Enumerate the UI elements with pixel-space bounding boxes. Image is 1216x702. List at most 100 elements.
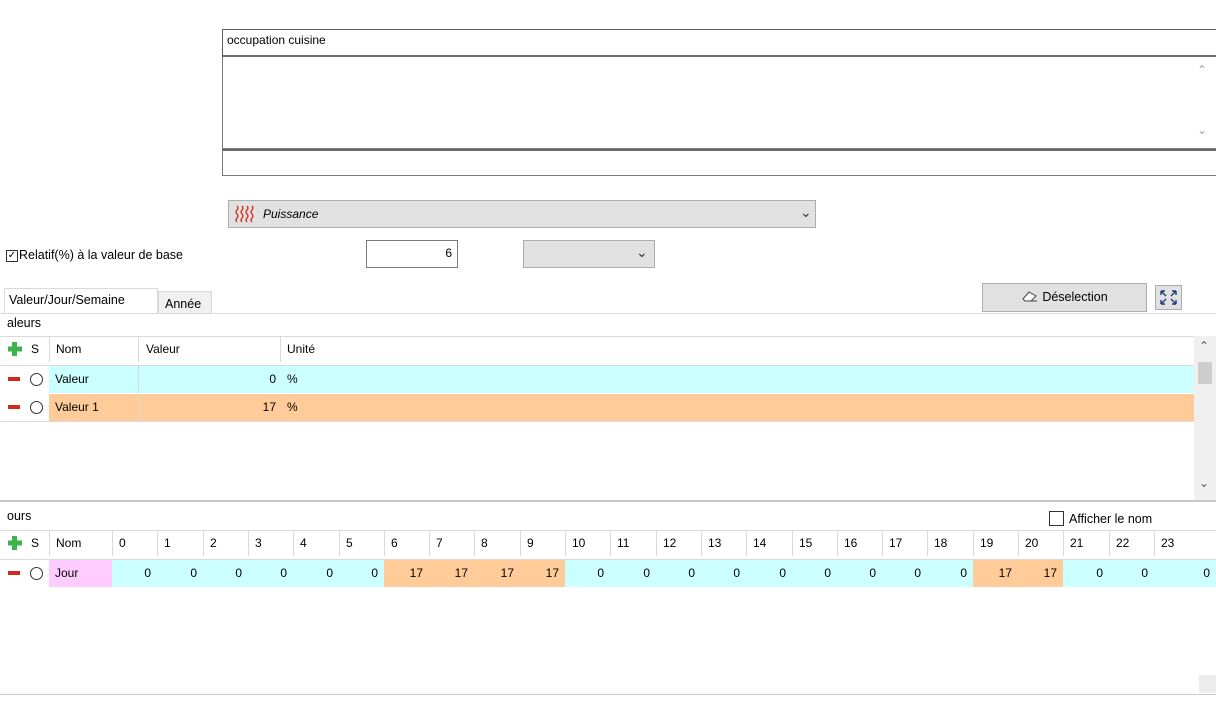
col-header-hour[interactable]: 19 bbox=[980, 530, 993, 556]
description-textarea[interactable]: ⌃ ⌄ bbox=[222, 57, 1216, 149]
col-header-hour[interactable]: 13 bbox=[708, 530, 721, 556]
col-header-hour[interactable]: 4 bbox=[300, 530, 307, 556]
relatif-label: Relatif(%) à la valeur de base bbox=[19, 248, 183, 262]
tab-label: Valeur/Jour/Semaine bbox=[9, 293, 125, 307]
hour-cell[interactable]: 17 bbox=[474, 560, 520, 587]
col-header-hour[interactable]: 1 bbox=[164, 530, 171, 556]
row-valeur[interactable]: 0 bbox=[140, 366, 276, 392]
hour-cell[interactable]: 0 bbox=[837, 560, 882, 587]
scrollbar-thumb[interactable] bbox=[1198, 362, 1212, 384]
hour-cell[interactable]: 0 bbox=[248, 560, 293, 587]
select-radio[interactable] bbox=[30, 567, 43, 580]
hour-cell[interactable]: 0 bbox=[565, 560, 610, 587]
scroll-down-icon[interactable]: ⌄ bbox=[1197, 123, 1207, 137]
hour-cell[interactable]: 17 bbox=[973, 560, 1018, 587]
remove-row-icon[interactable] bbox=[8, 405, 20, 409]
row-valeur[interactable]: 17 bbox=[140, 394, 276, 420]
hour-cell[interactable]: 0 bbox=[746, 560, 792, 587]
remove-row-icon[interactable] bbox=[8, 377, 20, 381]
col-header-hour[interactable]: 11 bbox=[617, 530, 629, 556]
hour-cell[interactable]: 0 bbox=[1063, 560, 1109, 587]
hour-cell[interactable]: 0 bbox=[1154, 560, 1216, 587]
col-header-hour[interactable]: 16 bbox=[844, 530, 857, 556]
expand-button[interactable] bbox=[1155, 285, 1182, 310]
col-header-hour[interactable]: 8 bbox=[481, 530, 488, 556]
select-radio[interactable] bbox=[30, 373, 43, 386]
name-input[interactable]: occupation cuisine bbox=[222, 29, 1216, 57]
col-header-hour[interactable]: 6 bbox=[391, 530, 398, 556]
grid-line bbox=[49, 336, 50, 362]
scroll-up-icon[interactable]: ⌃ bbox=[1199, 339, 1209, 353]
col-header-valeur[interactable]: Valeur bbox=[146, 336, 180, 362]
hour-cell[interactable]: 17 bbox=[1018, 560, 1063, 587]
row-unite[interactable]: % bbox=[287, 394, 298, 420]
deselect-button[interactable]: Déselection bbox=[982, 283, 1147, 312]
tab-valeur-jour-semaine[interactable]: Valeur/Jour/Semaine bbox=[4, 288, 158, 314]
col-header-hour[interactable]: 9 bbox=[527, 530, 534, 556]
hour-cell[interactable]: 17 bbox=[520, 560, 565, 587]
secondary-input[interactable] bbox=[222, 149, 1216, 176]
col-header-hour[interactable]: 3 bbox=[255, 530, 262, 556]
col-header-nom[interactable]: Nom bbox=[56, 530, 81, 556]
col-header-hour[interactable]: 0 bbox=[119, 530, 126, 556]
hour-cell[interactable]: 0 bbox=[882, 560, 927, 587]
hour-value: 0 bbox=[235, 566, 242, 580]
hour-value: 17 bbox=[454, 566, 468, 580]
hour-cell[interactable]: 0 bbox=[1109, 560, 1154, 587]
hour-value: 0 bbox=[779, 566, 786, 580]
hour-cell[interactable]: 0 bbox=[927, 560, 973, 587]
tab-annee[interactable]: Année bbox=[158, 291, 212, 314]
add-row-icon[interactable] bbox=[8, 341, 22, 357]
col-header-hour[interactable]: 7 bbox=[436, 530, 443, 556]
col-header-hour[interactable]: 23 bbox=[1161, 530, 1174, 556]
hour-cell[interactable]: 0 bbox=[203, 560, 248, 587]
col-header-hour[interactable]: 18 bbox=[934, 530, 947, 556]
hour-cell[interactable]: 17 bbox=[429, 560, 474, 587]
hour-cell[interactable]: 17 bbox=[384, 560, 429, 587]
col-header-nom[interactable]: Nom bbox=[56, 336, 81, 362]
grid-line bbox=[0, 421, 1194, 422]
hour-cell[interactable]: 0 bbox=[610, 560, 656, 587]
col-header-hour[interactable]: 20 bbox=[1025, 530, 1038, 556]
col-header-hour[interactable]: 22 bbox=[1116, 530, 1129, 556]
table-row[interactable]: Jour 0 0 0 0 0 0 17 17 17 17 0 0 0 0 0 0 0 0 0 17 17 0 0 0 bbox=[0, 560, 1216, 587]
col-header-hour[interactable]: 10 bbox=[572, 530, 585, 556]
hour-cell[interactable]: 0 bbox=[656, 560, 701, 587]
relatif-checkbox[interactable]: ✓ bbox=[6, 250, 18, 262]
row-nom[interactable]: Valeur bbox=[55, 366, 89, 392]
grid-divider bbox=[0, 500, 1216, 502]
afficher-nom-checkbox[interactable] bbox=[1049, 511, 1064, 526]
table-row[interactable]: Valeur 0 % bbox=[0, 366, 1194, 393]
row-nom[interactable]: Jour bbox=[55, 560, 78, 586]
col-header-s: S bbox=[31, 536, 40, 550]
hour-cell[interactable]: 0 bbox=[157, 560, 203, 587]
select-radio[interactable] bbox=[30, 401, 43, 414]
hour-cell[interactable]: 0 bbox=[792, 560, 837, 587]
col-header-hour[interactable]: 5 bbox=[346, 530, 353, 556]
col-header-hour[interactable]: 14 bbox=[753, 530, 766, 556]
hour-cell[interactable]: 0 bbox=[293, 560, 339, 587]
table-row[interactable]: Valeur 1 17 % bbox=[0, 394, 1194, 421]
base-value-input[interactable]: 6 bbox=[366, 240, 458, 268]
hour-value: 0 bbox=[733, 566, 740, 580]
valeurs-scrollbar[interactable]: ⌃ ⌄ bbox=[1194, 336, 1216, 500]
hour-value: 0 bbox=[869, 566, 876, 580]
grid-line bbox=[138, 366, 139, 393]
row-unite[interactable]: % bbox=[287, 366, 298, 392]
grid-line bbox=[882, 530, 883, 556]
add-row-icon[interactable] bbox=[8, 535, 22, 551]
col-header-hour[interactable]: 2 bbox=[210, 530, 217, 556]
row-nom[interactable]: Valeur 1 bbox=[55, 394, 99, 420]
hour-cell[interactable]: 0 bbox=[701, 560, 746, 587]
col-header-hour[interactable]: 15 bbox=[799, 530, 812, 556]
col-header-hour[interactable]: 12 bbox=[663, 530, 676, 556]
col-header-hour[interactable]: 17 bbox=[889, 530, 902, 556]
col-header-hour[interactable]: 21 bbox=[1070, 530, 1083, 556]
scroll-up-icon[interactable]: ⌃ bbox=[1197, 63, 1207, 77]
remove-row-icon[interactable] bbox=[8, 571, 20, 575]
scroll-down-icon[interactable]: ⌄ bbox=[1199, 476, 1209, 490]
col-header-unite[interactable]: Unité bbox=[287, 336, 315, 362]
hour-cell[interactable]: 0 bbox=[339, 560, 384, 587]
grid-line bbox=[520, 530, 521, 556]
hour-cell[interactable]: 0 bbox=[112, 560, 157, 587]
